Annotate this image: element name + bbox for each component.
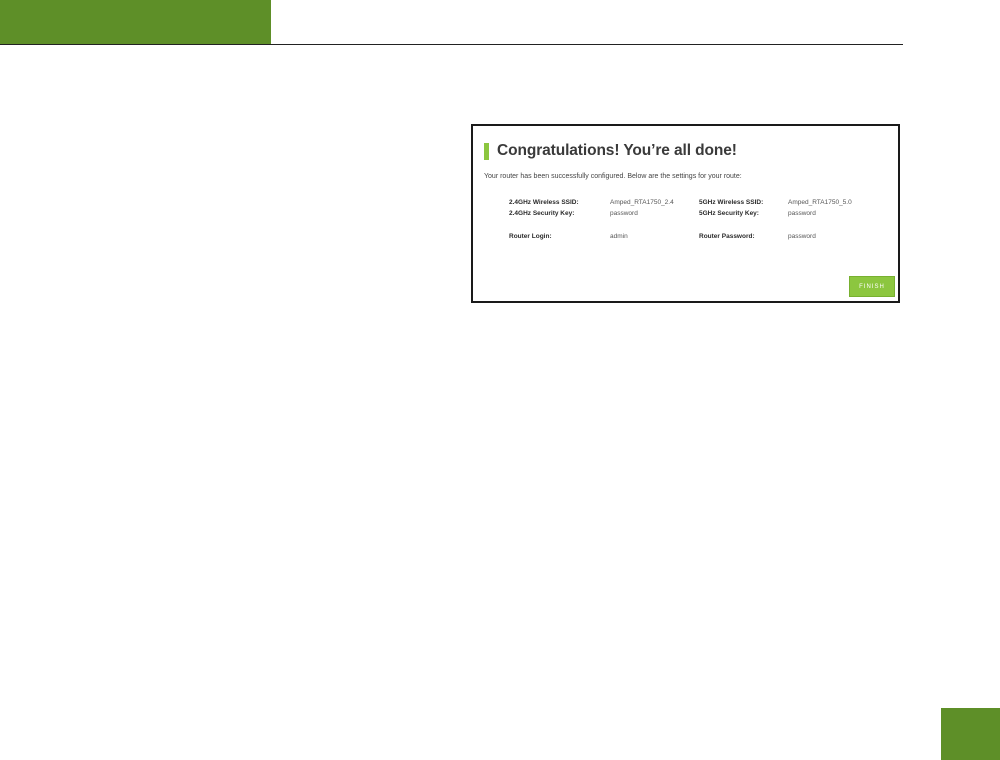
setup-complete-screenshot: Congratulations! You’re all done! Your r… [471,124,900,303]
wizard-title: Congratulations! You’re all done! [497,142,737,159]
router-login-value: admin [610,233,628,240]
router-login-label: Router Login: [509,233,552,240]
ssid-5-label: 5GHz Wireless SSID: [699,199,764,206]
finish-button[interactable]: FINISH [849,276,895,297]
page-corner-tab [941,708,1000,760]
key-24-label: 2.4GHz Security Key: [509,210,575,217]
intro-text: Your router has been successfully config… [484,173,742,180]
title-accent-bar [484,142,489,160]
header-divider [0,44,903,45]
ssid-5-value: Amped_RTA1750_5.0 [788,199,852,206]
ssid-24-label: 2.4GHz Wireless SSID: [509,199,579,206]
ssid-24-value: Amped_RTA1750_2.4 [610,199,674,206]
key-5-label: 5GHz Security Key: [699,210,759,217]
router-password-value: password [788,233,816,240]
key-24-value: password [610,210,638,217]
header-tab [0,0,271,44]
router-password-label: Router Password: [699,233,755,240]
wizard-title-row: Congratulations! You’re all done! [484,142,737,160]
key-5-value: password [788,210,816,217]
